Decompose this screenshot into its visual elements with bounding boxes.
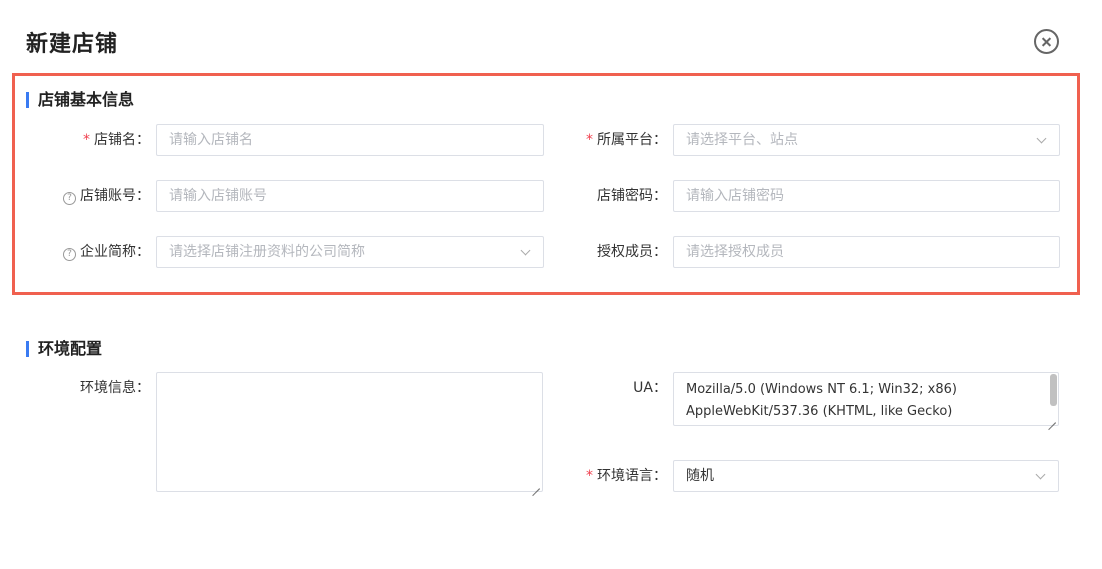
members-input[interactable] — [674, 237, 1059, 267]
shop-name-input[interactable] — [157, 125, 543, 155]
chevron-down-icon — [1035, 469, 1046, 480]
question-circle-icon[interactable]: ? — [63, 192, 76, 205]
platform-select[interactable] — [673, 124, 1060, 156]
ua-label: UA： — [633, 380, 667, 396]
question-circle-icon[interactable]: ? — [63, 248, 76, 261]
company-input[interactable] — [157, 237, 543, 267]
platform-input[interactable] — [674, 125, 1059, 155]
members-field[interactable] — [673, 236, 1060, 268]
password-input[interactable] — [674, 181, 1059, 211]
shop-name-field[interactable] — [156, 124, 544, 156]
company-select[interactable] — [156, 236, 544, 268]
account-label: ? 店铺账号： — [60, 180, 150, 212]
required-mark: * — [83, 132, 90, 148]
required-mark: * — [586, 132, 593, 148]
required-mark: * — [586, 468, 593, 484]
language-select[interactable]: 随机 — [673, 460, 1059, 492]
password-field[interactable] — [673, 180, 1060, 212]
section-title-basic: 店铺基本信息 — [26, 91, 134, 109]
ua-textarea[interactable]: Mozilla/5.0 (Windows NT 6.1; Win32; x86)… — [673, 372, 1059, 426]
platform-label: * 所属平台： — [586, 132, 667, 148]
resize-grip[interactable] — [1048, 415, 1056, 423]
company-label: ? 企业简称： — [60, 236, 150, 268]
account-field[interactable] — [156, 180, 544, 212]
shop-name-label: * 店铺名： — [83, 132, 150, 148]
password-label: 店铺密码： — [597, 188, 667, 204]
resize-grip[interactable] — [532, 481, 540, 489]
account-input[interactable] — [157, 181, 543, 211]
language-value: 随机 — [686, 468, 714, 484]
env-info-label: 环境信息： — [80, 380, 150, 396]
language-label: * 环境语言： — [586, 468, 667, 484]
env-info-textarea[interactable] — [156, 372, 543, 492]
section-title-env: 环境配置 — [26, 340, 102, 358]
dialog-title: 新建店铺 — [26, 32, 119, 57]
scrollbar[interactable] — [1050, 374, 1057, 406]
members-label: 授权成员： — [597, 244, 667, 260]
ua-text: Mozilla/5.0 (Windows NT 6.1; Win32; x86)… — [686, 382, 957, 419]
close-icon[interactable] — [1034, 29, 1059, 54]
